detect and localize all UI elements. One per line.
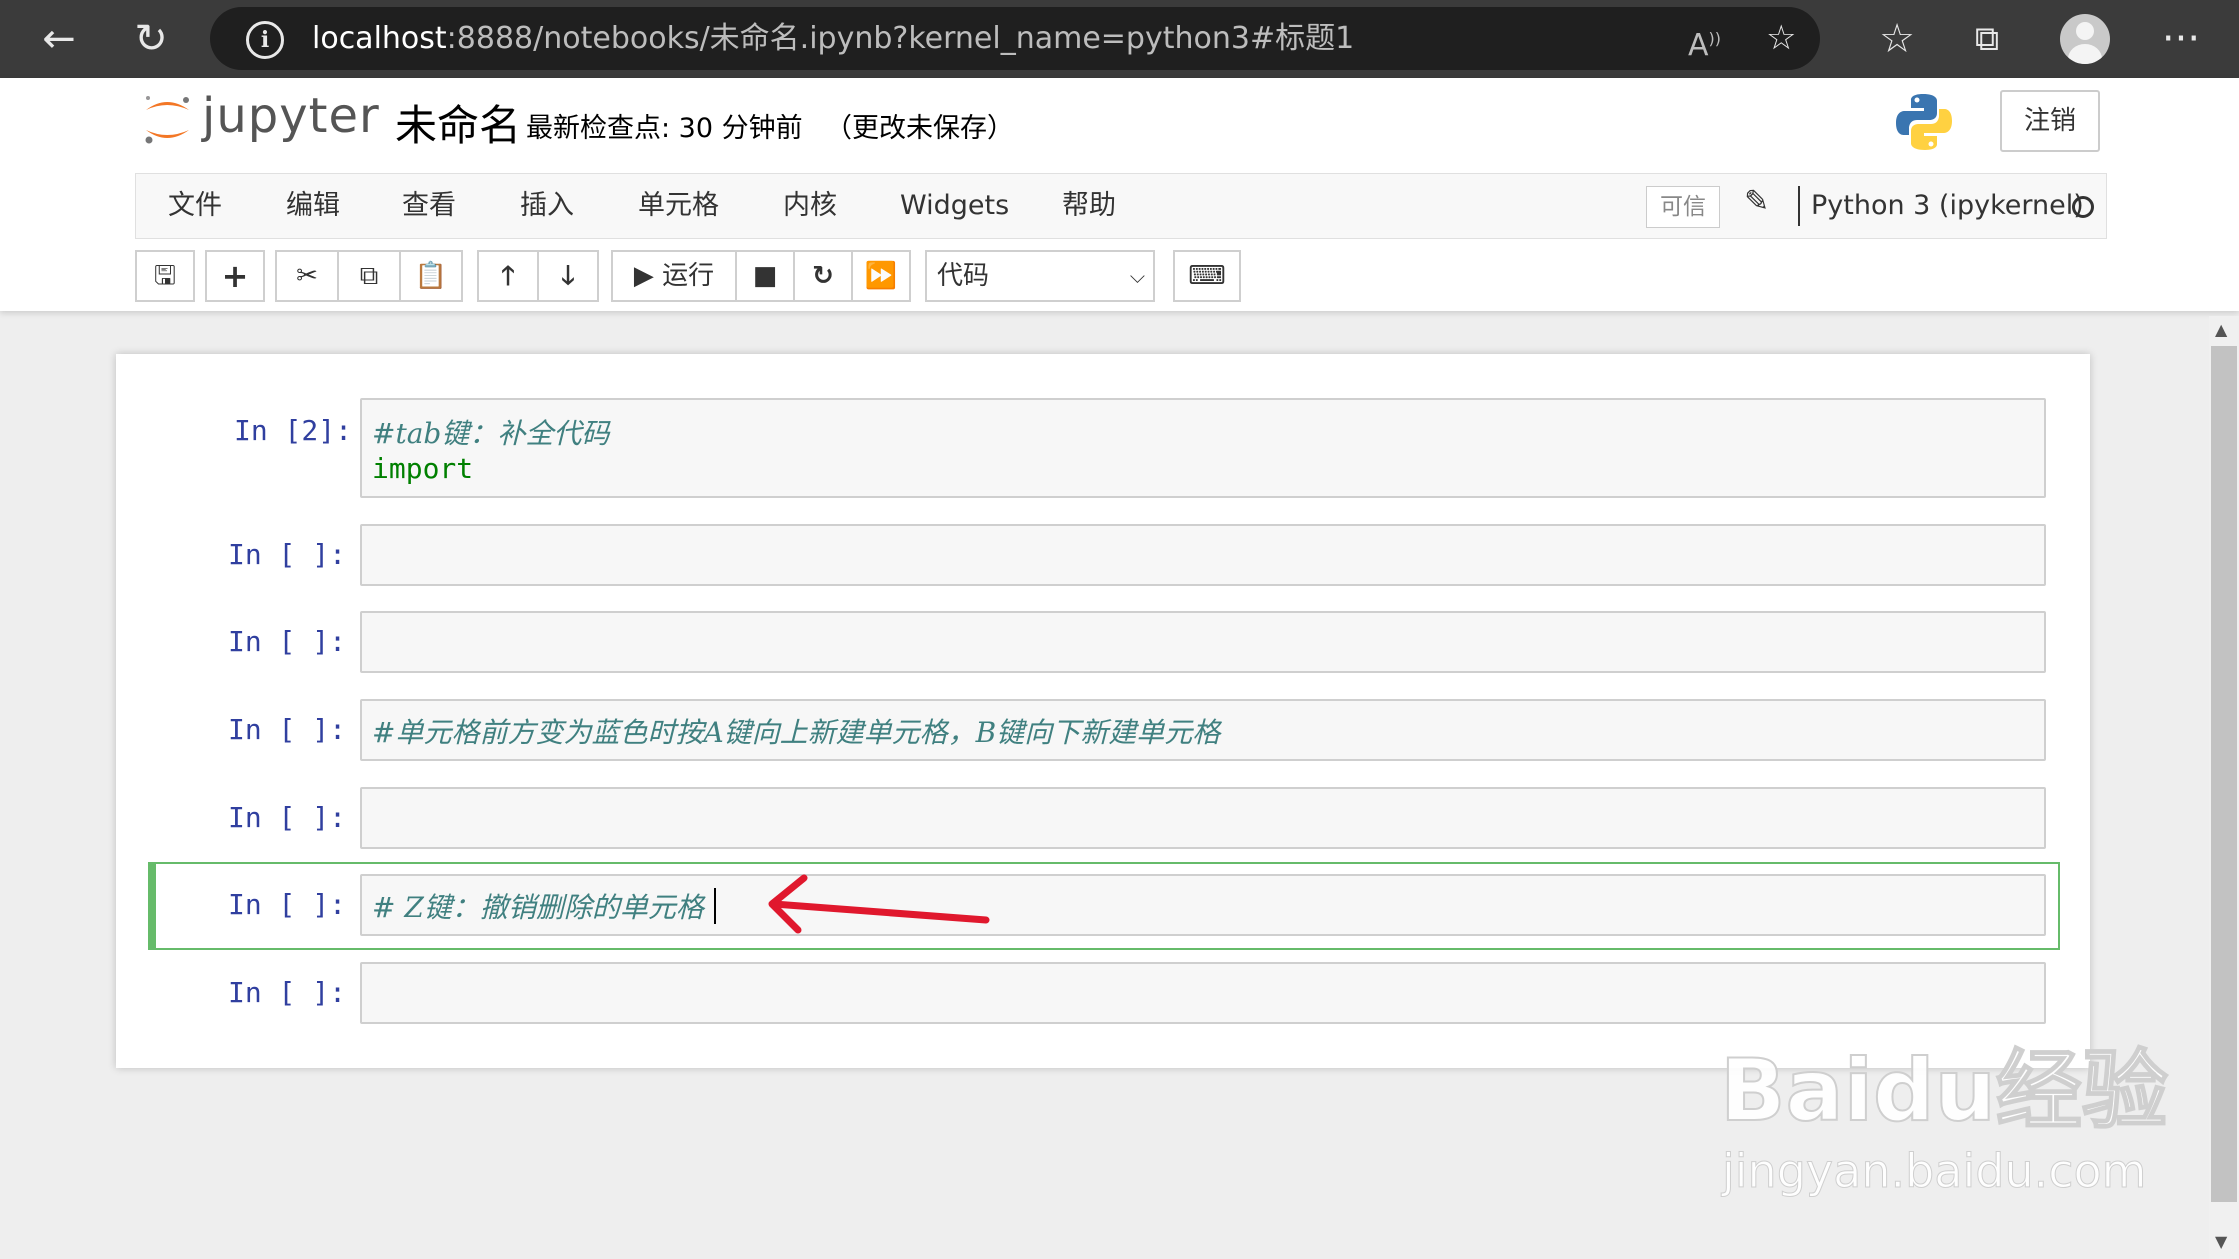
- code-comment: #tab键：补全代码: [372, 417, 610, 450]
- code-keyword: import: [372, 452, 474, 485]
- reload-icon[interactable]: ↻: [116, 0, 186, 78]
- run-button[interactable]: ▶ 运行: [611, 250, 737, 302]
- cell-type-value: 代码: [937, 261, 990, 291]
- menu-widgets[interactable]: Widgets: [900, 174, 1009, 238]
- profile-avatar[interactable]: [2060, 14, 2110, 64]
- address-bar[interactable]: i localhost:8888/notebooks/未命名.ipynb?ker…: [210, 7, 1820, 70]
- save-button[interactable]: 🖫: [135, 250, 195, 302]
- restart-button[interactable]: ↻: [793, 250, 853, 302]
- cell-input[interactable]: [360, 787, 2046, 849]
- jupyter-header: jupyter 未命名 最新检查点: 30 分钟前 （更改未保存） 注销 文件 …: [0, 78, 2239, 311]
- cell-prompt: In [ ]:: [227, 713, 346, 746]
- checkpoint-status: 最新检查点: 30 分钟前: [526, 113, 803, 144]
- browser-toolbar: ← ↻ i localhost:8888/notebooks/未命名.ipynb…: [0, 0, 2239, 78]
- code-cell[interactable]: In [ ]: #单元格前方变为蓝色时按A键向上新建单元格，B键向下新建单元格: [116, 699, 2046, 761]
- menu-help[interactable]: 帮助: [1062, 174, 1116, 238]
- menubar: 文件 编辑 查看 插入 单元格 内核 Widgets 帮助 可信 ✎ Pytho…: [135, 173, 2107, 239]
- code-comment: # Z键：撤销删除的单元格: [372, 891, 704, 924]
- save-icon: 🖫: [153, 261, 177, 291]
- paste-button[interactable]: 📋: [399, 250, 463, 302]
- cut-button[interactable]: ✂: [275, 250, 339, 302]
- notebook-toolbar: 🖫 + ✂ ⧉ 📋 🡑 🡓 ▶ 运行 ■ ↻ ⏩ 代码 ⌵ ⌨: [135, 250, 1241, 302]
- code-cell[interactable]: In [ ]:: [116, 611, 2046, 673]
- kernel-name[interactable]: Python 3 (ipykernel): [1811, 174, 2084, 238]
- restart-icon: ↻: [812, 261, 834, 291]
- cell-input[interactable]: [360, 611, 2046, 673]
- menu-insert[interactable]: 插入: [520, 174, 574, 238]
- watermark-main: Baidu经验: [1719, 1040, 2169, 1142]
- interrupt-button[interactable]: ■: [735, 250, 795, 302]
- jupyter-logo-icon[interactable]: [140, 92, 195, 147]
- chevron-down-icon: ⌵: [1129, 264, 1145, 288]
- baidu-watermark: Baidu经验 jingyan.baidu.com: [1719, 1020, 2169, 1220]
- scroll-up-arrow-icon[interactable]: ▲: [2215, 320, 2227, 339]
- move-up-button[interactable]: 🡑: [477, 250, 539, 302]
- keyboard-icon: ⌨: [1188, 261, 1226, 291]
- cell-prompt: In [ ]:: [227, 625, 346, 658]
- red-annotation-arrow-icon: [768, 874, 990, 934]
- plus-icon: +: [221, 257, 249, 295]
- restart-run-all-button[interactable]: ⏩: [851, 250, 911, 302]
- kernel-idle-indicator-icon: [2072, 196, 2094, 218]
- move-down-button[interactable]: 🡓: [537, 250, 599, 302]
- code-cell[interactable]: In [ ]:: [116, 787, 2046, 849]
- cell-type-select[interactable]: 代码 ⌵: [925, 250, 1155, 302]
- info-icon[interactable]: i: [246, 21, 284, 59]
- cell-input[interactable]: #单元格前方变为蓝色时按A键向上新建单元格，B键向下新建单元格: [360, 699, 2046, 761]
- arrow-up-icon: 🡑: [501, 261, 515, 291]
- run-label: 运行: [662, 261, 715, 291]
- cell-input[interactable]: [360, 524, 2046, 586]
- logout-button[interactable]: 注销: [2000, 90, 2100, 152]
- jupyter-logo-text[interactable]: jupyter: [202, 88, 380, 144]
- kernel-separator: [1798, 186, 1800, 226]
- menu-file[interactable]: 文件: [168, 174, 222, 238]
- code-cell[interactable]: In [ ]:: [116, 524, 2046, 586]
- scissors-icon: ✂: [296, 261, 318, 291]
- collections-icon[interactable]: ⧉: [1952, 0, 2022, 78]
- more-menu-icon[interactable]: ···: [2146, 0, 2216, 78]
- copy-icon: ⧉: [359, 261, 379, 291]
- edit-mode-pencil-icon: ✎: [1744, 184, 1770, 219]
- copy-button[interactable]: ⧉: [337, 250, 401, 302]
- watermark-sub: jingyan.baidu.com: [1722, 1144, 2147, 1199]
- code-cell[interactable]: In [ ]:: [116, 962, 2046, 1024]
- page-scrollbar[interactable]: ▲ ▼: [2209, 316, 2239, 1259]
- cell-prompt: In [2]:: [233, 414, 352, 447]
- read-aloud-icon[interactable]: A)): [1688, 7, 1721, 77]
- menu-kernel[interactable]: 内核: [783, 174, 837, 238]
- stop-icon: ■: [752, 261, 778, 291]
- cell-prompt: In [ ]:: [227, 801, 346, 834]
- insert-cell-button[interactable]: +: [205, 250, 265, 302]
- cell-input[interactable]: #tab键：补全代码 import: [360, 398, 2046, 498]
- code-cell[interactable]: In [2]: #tab键：补全代码 import: [116, 398, 2046, 498]
- play-icon: ▶: [633, 261, 654, 291]
- menu-view[interactable]: 查看: [402, 174, 456, 238]
- cell-input[interactable]: # Z键：撤销删除的单元格: [360, 874, 2046, 936]
- autosave-status: （更改未保存）: [825, 113, 1014, 144]
- add-favorite-icon[interactable]: ☆: [1766, 7, 1796, 70]
- scroll-down-arrow-icon[interactable]: ▼: [2215, 1232, 2227, 1251]
- cell-prompt: In [ ]:: [227, 538, 346, 571]
- cell-prompt: In [ ]:: [227, 888, 346, 921]
- paste-icon: 📋: [414, 261, 448, 291]
- menu-cell[interactable]: 单元格: [638, 174, 719, 238]
- url-host: localhost: [312, 21, 447, 56]
- back-arrow-icon[interactable]: ←: [24, 0, 94, 78]
- text-cursor: [714, 888, 716, 924]
- url-text[interactable]: localhost:8888/notebooks/未命名.ipynb?kerne…: [312, 7, 1354, 70]
- arrow-down-icon: 🡓: [561, 261, 575, 291]
- favorites-icon[interactable]: ☆: [1862, 0, 1932, 78]
- cell-input[interactable]: [360, 962, 2046, 1024]
- cell-prompt: In [ ]:: [227, 976, 346, 1009]
- python-logo-icon: [1896, 94, 1952, 150]
- code-comment: #单元格前方变为蓝色时按A键向上新建单元格，B键向下新建单元格: [372, 716, 1221, 749]
- menu-edit[interactable]: 编辑: [286, 174, 340, 238]
- url-path: :8888/notebooks/未命名.ipynb?kernel_name=py…: [446, 21, 1355, 56]
- scroll-thumb[interactable]: [2211, 346, 2237, 1202]
- code-cell-selected[interactable]: In [ ]: # Z键：撤销删除的单元格: [116, 874, 2046, 936]
- command-palette-button[interactable]: ⌨: [1173, 250, 1241, 302]
- trusted-indicator[interactable]: 可信: [1646, 186, 1720, 228]
- notebook-name[interactable]: 未命名: [395, 92, 521, 153]
- fast-forward-icon: ⏩: [864, 261, 898, 291]
